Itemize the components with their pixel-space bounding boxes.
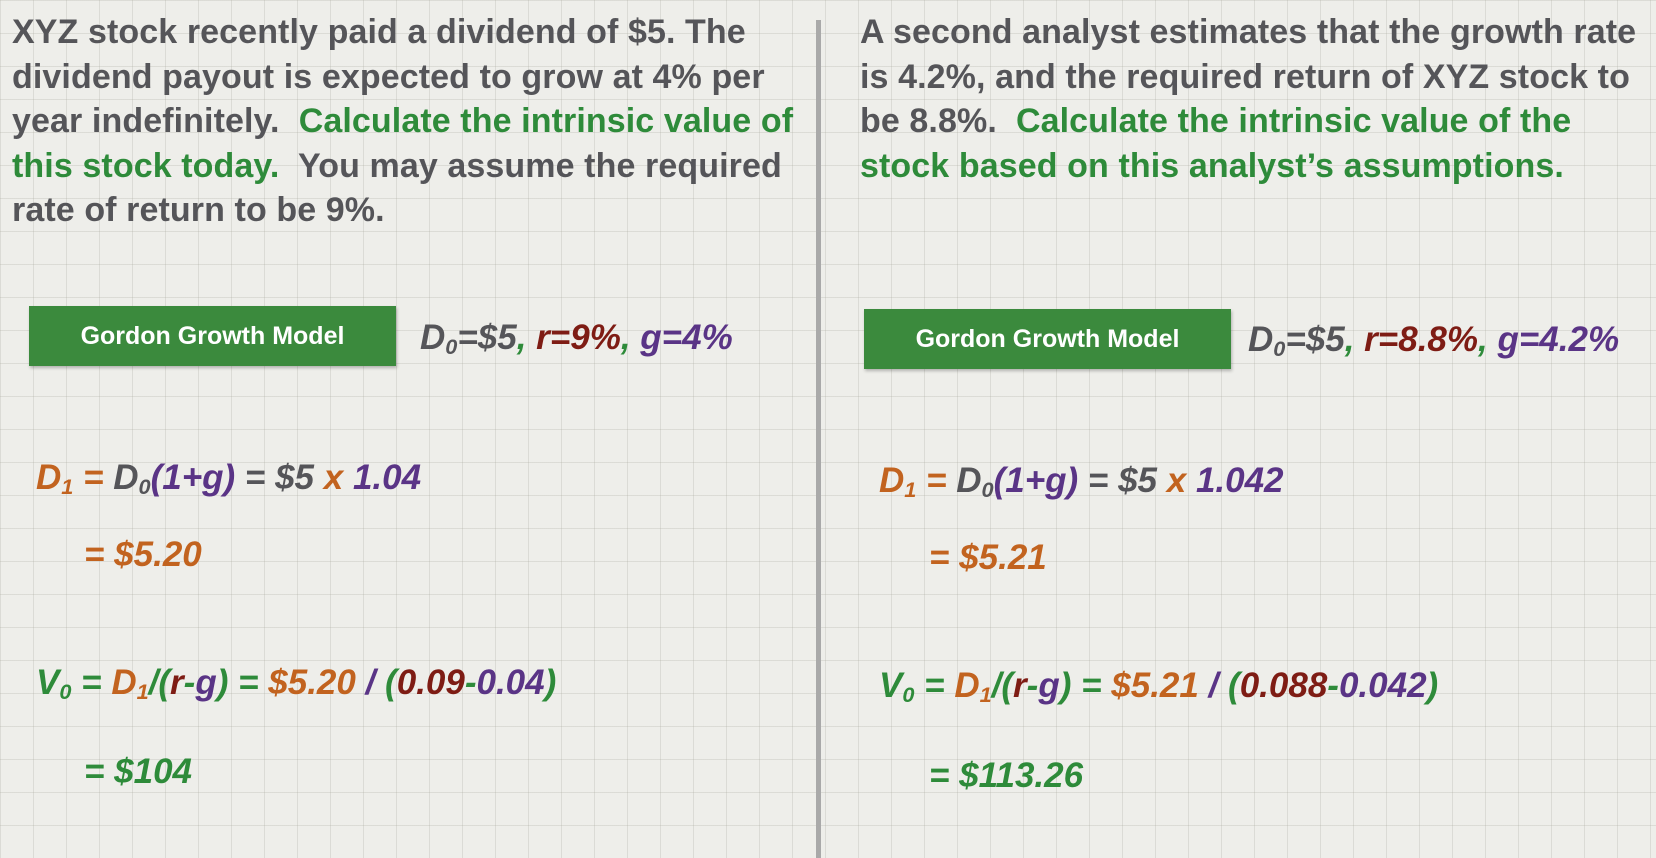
formula-part: V <box>36 663 60 702</box>
formula-part: D <box>954 666 980 705</box>
formula-part: 0 <box>59 678 72 704</box>
formula-part: 0.042 <box>1338 666 1427 705</box>
formula-part: r <box>170 663 184 702</box>
formula-part: 1.04 <box>352 458 422 497</box>
left-d1-formula: D1 = D0(1+g) = $5 x 1.04 <box>36 458 421 498</box>
formula-part: = <box>1071 666 1112 705</box>
formula-part: = <box>228 663 269 702</box>
formula-part: /( <box>148 663 171 702</box>
right-problem-statement: A second analyst estimates that the grow… <box>860 10 1650 188</box>
formula-part: , <box>1344 320 1365 359</box>
formula-part: $5.20 <box>268 663 356 702</box>
left-problem-statement: XYZ stock recently paid a dividend of $5… <box>12 10 812 233</box>
formula-part: D <box>36 458 62 497</box>
formula-part: 1 <box>136 678 149 704</box>
formula-part: 0 <box>138 473 151 499</box>
formula-part: - <box>183 663 196 702</box>
formula-part: D <box>420 318 446 357</box>
formula-part: , <box>620 318 641 357</box>
right-v0-formula: V0 = D1/(r-g) = $5.21 / (0.088-0.042) <box>879 666 1438 706</box>
left-v0-formula: V0 = D1/(r-g) = $5.20 / (0.09-0.04) <box>36 663 556 703</box>
column-divider <box>816 20 821 858</box>
formula-part: r=9% <box>536 318 621 357</box>
formula-part: r <box>1013 666 1027 705</box>
formula-part: 0 <box>981 476 994 502</box>
formula-part: - <box>1327 666 1339 705</box>
formula-part: D <box>1248 320 1274 359</box>
formula-part: 0.09 <box>396 663 465 702</box>
formula-part: (1+g) <box>150 458 236 497</box>
formula-part: = $5 <box>235 458 324 497</box>
formula-part: = <box>916 461 957 500</box>
formula-part: /( <box>991 666 1014 705</box>
formula-part: V <box>879 666 903 705</box>
formula-part: , <box>1478 320 1498 359</box>
formula-part: D <box>113 458 139 497</box>
formula-part: 0.088 <box>1239 666 1328 705</box>
formula-part: = <box>73 458 114 497</box>
formula-part: = <box>71 663 112 702</box>
formula-part: , <box>516 318 537 357</box>
formula-part: 1 <box>904 476 917 502</box>
formula-part: r=8.8% <box>1364 320 1479 359</box>
formula-part: =$5 <box>1285 320 1345 359</box>
right-d1-formula: D1 = D0(1+g) = $5 x 1.042 <box>879 461 1284 501</box>
formula-part: ) <box>1426 666 1439 705</box>
formula-part: x <box>1166 461 1196 500</box>
formula-part: - <box>1026 666 1039 705</box>
formula-part: g=4.2% <box>1497 320 1620 359</box>
formula-part: ) <box>544 663 557 702</box>
formula-part: 0 <box>902 681 915 707</box>
formula-part: ) <box>216 663 229 702</box>
formula-part: ) <box>1059 666 1072 705</box>
formula-part: 1.042 <box>1195 461 1284 500</box>
formula-part: 0 <box>445 333 458 359</box>
formula-part: = $5 <box>1078 461 1167 500</box>
formula-part: / <box>1198 666 1229 705</box>
formula-part: 0.04 <box>476 663 545 702</box>
formula-part: 1 <box>979 681 992 707</box>
formula-part: D <box>879 461 905 500</box>
formula-part: g <box>1038 666 1060 705</box>
gordon-growth-model-label: Gordon Growth Model <box>864 309 1231 369</box>
formula-part: D <box>111 663 137 702</box>
gordon-growth-model-label: Gordon Growth Model <box>29 306 396 366</box>
left-v0-result: = $104 <box>84 752 193 791</box>
right-v0-result: = $113.26 <box>929 756 1084 795</box>
right-d1-result: = $5.21 <box>929 538 1047 577</box>
formula-part: / <box>355 663 386 702</box>
formula-part: = <box>914 666 955 705</box>
formula-part: (1+g) <box>993 461 1079 500</box>
formula-part: - <box>464 663 477 702</box>
formula-part: =$5 <box>457 318 517 357</box>
right-given-values: D0=$5, r=8.8%, g=4.2% <box>1248 320 1619 360</box>
formula-part: g <box>195 663 217 702</box>
formula-part: ( <box>385 663 397 702</box>
formula-part: $5.21 <box>1111 666 1199 705</box>
formula-part: g=4% <box>640 318 733 357</box>
formula-part: 1 <box>61 473 74 499</box>
formula-part: ( <box>1228 666 1240 705</box>
formula-part: D <box>956 461 982 500</box>
formula-part: x <box>323 458 353 497</box>
formula-part: 0 <box>1273 335 1286 361</box>
left-d1-result: = $5.20 <box>84 535 202 574</box>
left-given-values: D0=$5, r=9%, g=4% <box>420 318 733 358</box>
